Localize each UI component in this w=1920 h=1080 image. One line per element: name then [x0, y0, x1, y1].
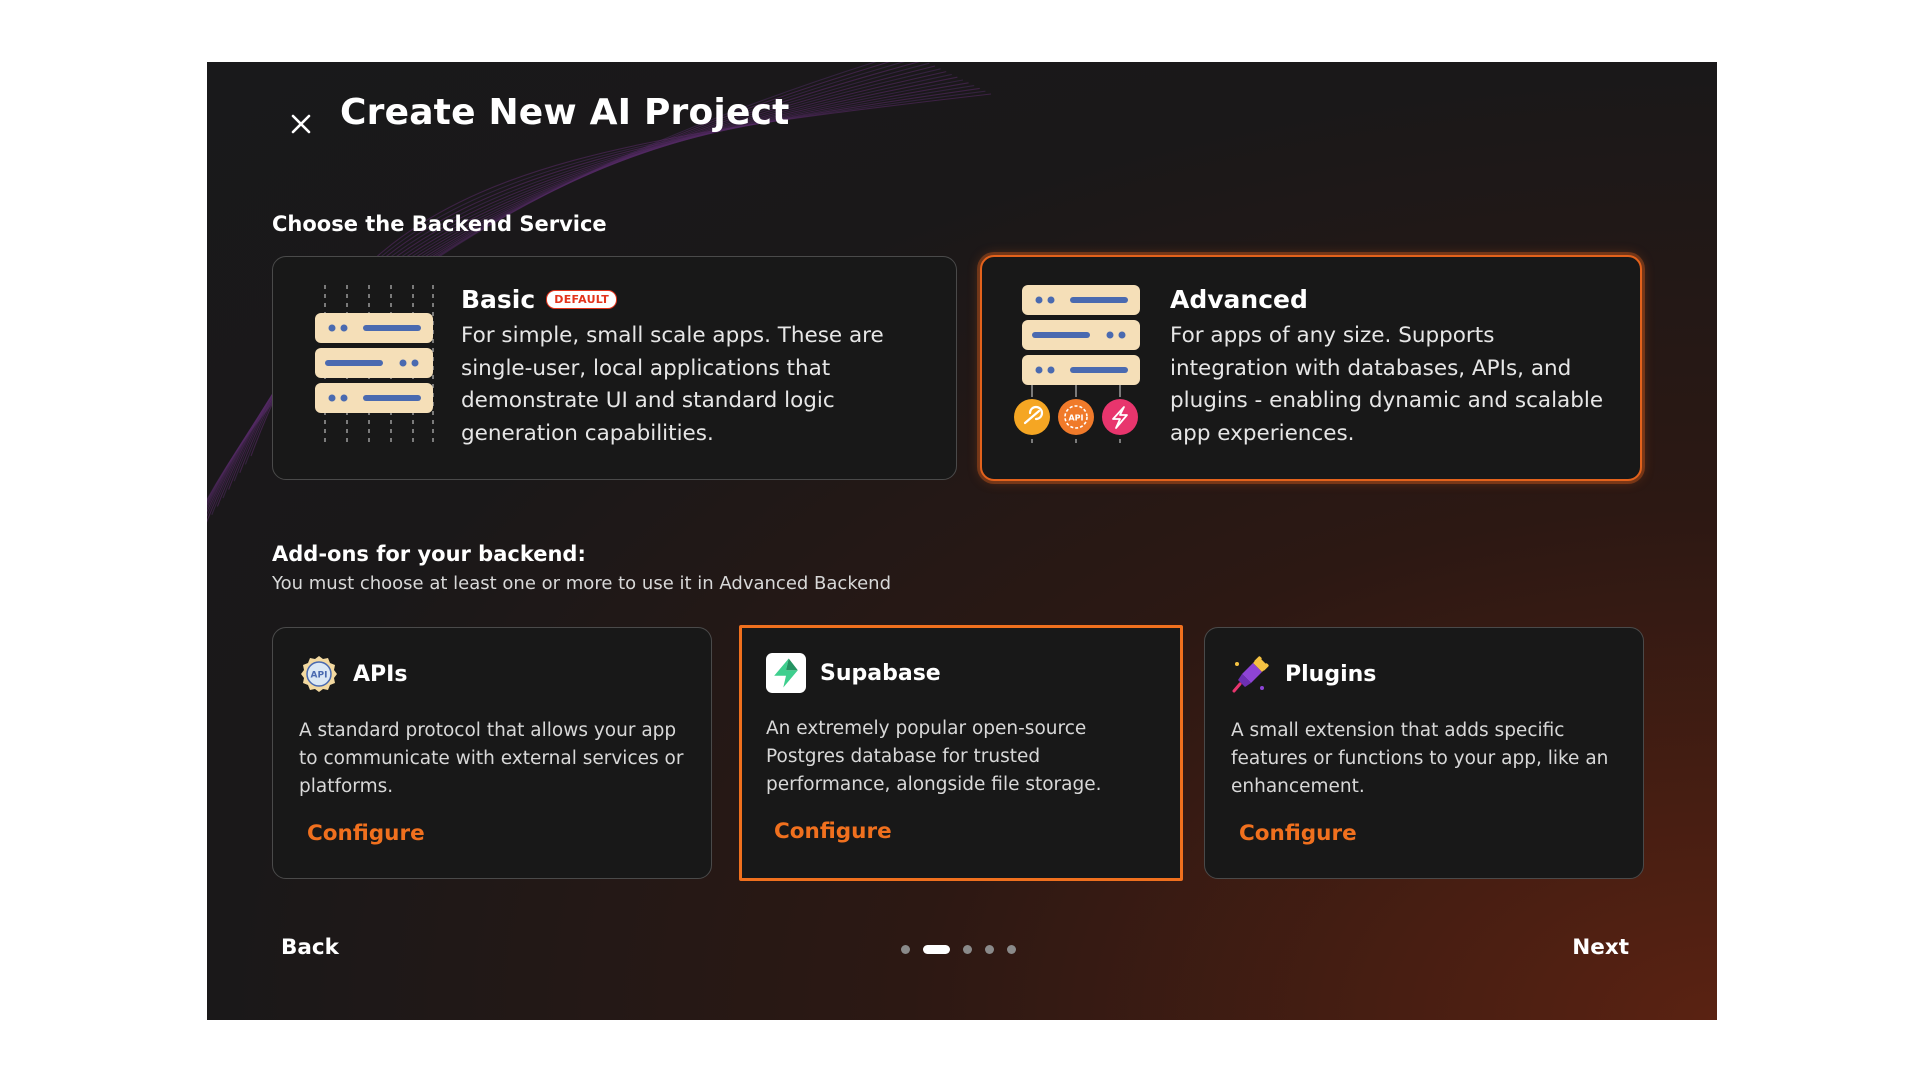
- close-icon: [291, 114, 311, 134]
- configure-plugins-link[interactable]: Configure: [1239, 821, 1357, 846]
- addons-subtitle: You must choose at least one or more to …: [272, 573, 892, 594]
- next-button[interactable]: Next: [1572, 935, 1629, 960]
- default-badge: DEFAULT: [546, 290, 618, 309]
- create-project-modal: Create New AI Project Choose the Backend…: [207, 62, 1717, 1020]
- svg-text:API: API: [1068, 414, 1083, 423]
- step-dot[interactable]: [1007, 945, 1016, 954]
- addon-card-supabase[interactable]: Supabase An extremely popular open-sourc…: [739, 625, 1183, 881]
- step-dot[interactable]: [923, 945, 950, 954]
- svg-text:API: API: [311, 671, 328, 681]
- backend-section-title: Choose the Backend Service: [272, 212, 607, 236]
- backend-option-description: For apps of any size. Supports integrati…: [1170, 323, 1604, 446]
- backend-option-basic[interactable]: Basic DEFAULT For simple, small scale ap…: [272, 256, 957, 480]
- step-dot[interactable]: [985, 945, 994, 954]
- addons-section-title: Add-ons for your backend:: [272, 542, 586, 566]
- addon-description: An extremely popular open-source Postgre…: [766, 718, 1102, 795]
- step-indicator: [901, 945, 1029, 954]
- supabase-bolt-icon: [766, 653, 806, 693]
- backend-option-advanced[interactable]: API Advanced For apps of any size. Suppo…: [980, 255, 1642, 481]
- addon-description: A small extension that adds specific fea…: [1231, 720, 1609, 797]
- addon-card-apis[interactable]: API APIs A standard protocol that allows…: [272, 627, 712, 879]
- configure-apis-link[interactable]: Configure: [307, 821, 425, 846]
- api-badge-icon: API: [299, 654, 339, 694]
- close-button[interactable]: [280, 103, 322, 145]
- addon-name: Supabase: [820, 660, 941, 686]
- addon-name: APIs: [353, 661, 408, 687]
- step-dot[interactable]: [963, 945, 972, 954]
- addon-name: Plugins: [1285, 661, 1377, 687]
- server-stack-integrations-icon: API: [1014, 285, 1140, 445]
- puzzle-plug-icon: [1231, 654, 1271, 694]
- addon-description: A standard protocol that allows your app…: [299, 720, 684, 797]
- configure-supabase-link[interactable]: Configure: [774, 819, 892, 844]
- server-stack-icon: [315, 285, 434, 445]
- back-button[interactable]: Back: [281, 935, 339, 960]
- addon-card-plugins[interactable]: Plugins A small extension that adds spec…: [1204, 627, 1644, 879]
- step-dot[interactable]: [901, 945, 910, 954]
- page-title: Create New AI Project: [340, 92, 790, 133]
- backend-option-name: Basic: [461, 285, 536, 314]
- backend-option-description: For simple, small scale apps. These are …: [461, 323, 884, 446]
- backend-option-name: Advanced: [1170, 285, 1308, 314]
